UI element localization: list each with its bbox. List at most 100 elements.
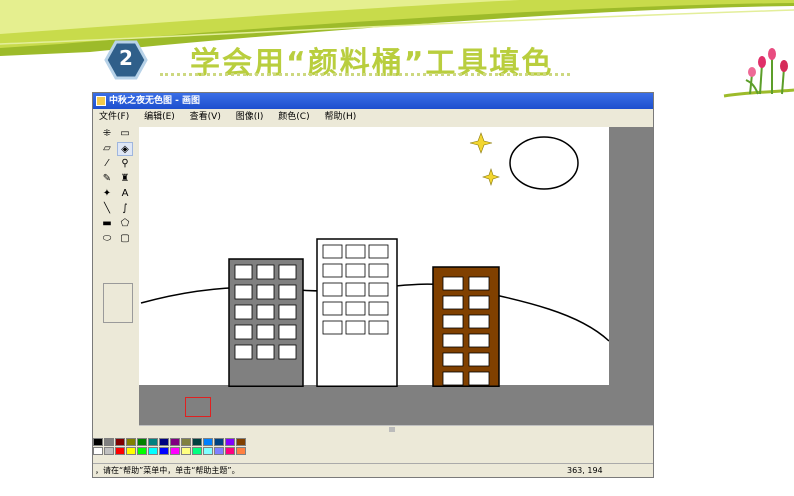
building-window (278, 264, 297, 280)
moon-shape (509, 136, 579, 190)
palette-swatch[interactable] (181, 438, 191, 446)
status-help-text: ，请在“帮助”菜单中，单击“帮助主题”。 (95, 466, 240, 475)
building-window (345, 244, 366, 259)
palette-swatch[interactable] (225, 447, 235, 455)
palette-swatch[interactable] (236, 438, 246, 446)
menu-view[interactable]: 查看(V) (184, 109, 227, 125)
building-window (256, 304, 275, 320)
building-window (442, 276, 464, 291)
color-picker-icon[interactable]: ⁄ (99, 157, 115, 171)
selection-marker (185, 397, 211, 417)
paint-app-icon (96, 96, 106, 106)
eraser-icon[interactable]: ▱ (99, 142, 115, 156)
menu-bar: 文件(F) 编辑(E) 查看(V) 图像(I) 颜色(C) 帮助(H) (93, 109, 653, 125)
building-window (256, 344, 275, 360)
palette-swatch[interactable] (137, 447, 147, 455)
palette-swatch[interactable] (126, 447, 136, 455)
status-bar: ，请在“帮助”菜单中，单击“帮助主题”。 363, 194 (93, 463, 653, 477)
building-left (228, 258, 304, 387)
building-window (278, 324, 297, 340)
drawing-canvas[interactable] (139, 127, 609, 387)
palette-swatch[interactable] (115, 447, 125, 455)
building-window (234, 284, 253, 300)
palette-swatch[interactable] (170, 438, 180, 446)
menu-file[interactable]: 文件(F) (93, 109, 135, 125)
line-icon[interactable]: ╲ (99, 202, 115, 216)
fill-bucket-icon[interactable]: ◈ (117, 142, 133, 156)
palette-swatch[interactable] (192, 447, 202, 455)
palette-swatch[interactable] (203, 447, 213, 455)
building-window (256, 264, 275, 280)
palette-swatch[interactable] (137, 438, 147, 446)
palette-swatch[interactable] (159, 438, 169, 446)
paint-window: 中秋之夜无色图 - 画图 文件(F) 编辑(E) 查看(V) 图像(I) 颜色(… (92, 92, 654, 478)
building-window (368, 301, 389, 316)
building-window (468, 295, 490, 310)
palette-swatch[interactable] (203, 438, 213, 446)
menu-help[interactable]: 帮助(H) (318, 109, 362, 125)
airbrush-icon[interactable]: ✦ (99, 187, 115, 201)
building-window (442, 333, 464, 348)
building-window (345, 282, 366, 297)
building-window (468, 314, 490, 329)
toolbox: ⁜ ▭ ▱ ◈ ⁄ ⚲ ✎ ♜ ✦ A ╲ ∫ ▬ ⬠ ⬭ ▢ (97, 127, 137, 431)
ellipse-icon[interactable]: ⬭ (99, 232, 115, 246)
palette-swatch[interactable] (93, 438, 103, 446)
building-window (234, 264, 253, 280)
horizontal-scrollbar[interactable] (139, 425, 653, 433)
building-middle (316, 238, 398, 387)
section-number: 2 (119, 46, 133, 70)
building-window (234, 344, 253, 360)
building-window (468, 352, 490, 367)
status-coordinates: 363, 194 (567, 466, 603, 475)
brush-icon[interactable]: ♜ (117, 172, 133, 186)
scroll-thumb[interactable] (389, 427, 395, 432)
building-right (432, 266, 500, 387)
palette-swatch[interactable] (148, 447, 158, 455)
palette-swatch[interactable] (214, 447, 224, 455)
palette-swatch[interactable] (236, 447, 246, 455)
rectangle-icon[interactable]: ▬ (99, 217, 115, 231)
rounded-rect-icon[interactable]: ▢ (117, 232, 133, 246)
text-icon[interactable]: A (117, 187, 133, 201)
building-window (322, 244, 343, 259)
menu-edit[interactable]: 编辑(E) (138, 109, 181, 125)
tulip-decoration-icon (723, 48, 794, 98)
building-window (322, 263, 343, 278)
palette-swatch[interactable] (192, 438, 202, 446)
building-window (368, 282, 389, 297)
building-window (442, 314, 464, 329)
pencil-icon[interactable]: ✎ (99, 172, 115, 186)
building-window (442, 352, 464, 367)
free-select-icon[interactable]: ⁜ (99, 127, 115, 141)
palette-swatch[interactable] (126, 438, 136, 446)
palette-swatch[interactable] (104, 447, 114, 455)
palette-swatch[interactable] (148, 438, 158, 446)
window-titlebar[interactable]: 中秋之夜无色图 - 画图 (93, 93, 653, 109)
rect-select-icon[interactable]: ▭ (117, 127, 133, 141)
palette-swatch[interactable] (170, 447, 180, 455)
menu-image[interactable]: 图像(I) (230, 109, 270, 125)
palette-swatch[interactable] (104, 438, 114, 446)
palette-swatch[interactable] (225, 438, 235, 446)
polygon-icon[interactable]: ⬠ (117, 217, 133, 231)
palette-swatch[interactable] (93, 447, 103, 455)
title-underline (160, 72, 570, 76)
menu-colors[interactable]: 颜色(C) (272, 109, 315, 125)
tool-options-box[interactable] (103, 283, 133, 323)
building-window (322, 320, 343, 335)
window-title: 中秋之夜无色图 - 画图 (109, 96, 201, 106)
building-window (322, 282, 343, 297)
building-window (468, 371, 490, 386)
palette-swatch[interactable] (115, 438, 125, 446)
building-window (368, 320, 389, 335)
palette-swatch[interactable] (214, 438, 224, 446)
building-window (278, 344, 297, 360)
building-window (368, 263, 389, 278)
building-window (468, 333, 490, 348)
palette-swatch[interactable] (181, 447, 191, 455)
magnifier-icon[interactable]: ⚲ (117, 157, 133, 171)
palette-swatch[interactable] (159, 447, 169, 455)
building-window (322, 301, 343, 316)
curve-icon[interactable]: ∫ (117, 202, 133, 216)
